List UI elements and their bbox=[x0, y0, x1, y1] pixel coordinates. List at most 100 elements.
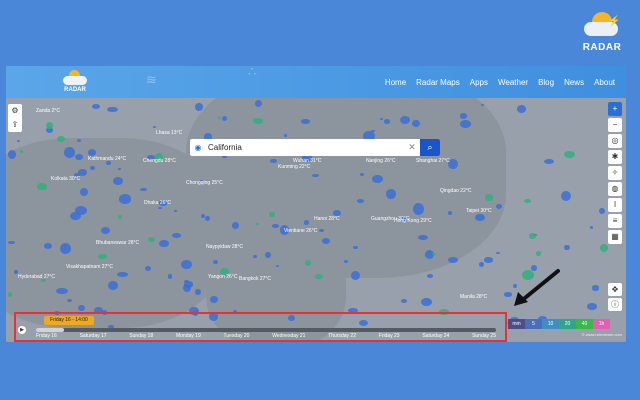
zoom-out-button[interactable]: − bbox=[608, 118, 622, 132]
city-label: Chongqing 25°C bbox=[186, 180, 223, 186]
rain-cell bbox=[77, 169, 87, 176]
location-pin-icon[interactable]: ◉ bbox=[190, 143, 206, 152]
city-label: Taipei 30°C bbox=[466, 208, 492, 214]
nav-link-home[interactable]: Home bbox=[380, 78, 411, 87]
rain-cell bbox=[564, 244, 570, 251]
rain-cell bbox=[63, 146, 76, 158]
rain-cell bbox=[475, 213, 486, 221]
radar-layer-icon[interactable]: ◎ bbox=[608, 134, 622, 148]
move-icon[interactable]: ✥ bbox=[608, 283, 622, 296]
rain-cell bbox=[194, 288, 201, 295]
wind-icon: ≋ bbox=[146, 72, 157, 87]
nav-link-news[interactable]: News bbox=[559, 78, 589, 87]
rain-cell bbox=[384, 119, 391, 124]
city-label: Bangkok 27°C bbox=[239, 276, 272, 282]
nav-link-blog[interactable]: Blog bbox=[533, 78, 559, 87]
rain-cell bbox=[74, 205, 87, 216]
thermometer-icon[interactable]: ǀ bbox=[608, 198, 622, 212]
rain-cell bbox=[599, 244, 608, 252]
rain-cell bbox=[78, 304, 85, 311]
rain-cell bbox=[76, 139, 81, 143]
rain-cell bbox=[386, 189, 396, 199]
rain-cell bbox=[322, 238, 331, 244]
nav-logo-text: RADAR bbox=[64, 87, 86, 93]
legend-item: 10 bbox=[542, 319, 559, 329]
clear-icon[interactable]: ✕ bbox=[406, 142, 418, 153]
rain-cell bbox=[371, 129, 375, 132]
bug-icon[interactable]: ✱ bbox=[608, 150, 622, 164]
rain-cell bbox=[535, 251, 542, 257]
pointer-arrow-icon bbox=[514, 269, 560, 306]
rain-cell bbox=[357, 199, 364, 203]
rain-cell bbox=[254, 99, 263, 107]
rain-cell bbox=[91, 104, 101, 110]
rain-cell bbox=[353, 245, 358, 249]
rain-cell bbox=[205, 216, 210, 222]
rain-cell bbox=[57, 135, 66, 142]
rain-cell bbox=[529, 233, 537, 239]
rain-cell bbox=[516, 104, 527, 113]
rain-cell bbox=[283, 134, 288, 137]
city-label: Zanda 2°C bbox=[36, 108, 60, 114]
legend-item: 20 bbox=[559, 319, 576, 329]
search-icon: ⌕ bbox=[427, 142, 433, 152]
rain-cell bbox=[7, 291, 13, 297]
rain-cell bbox=[107, 106, 118, 113]
rain-cell bbox=[303, 220, 310, 225]
legend-item: 1h bbox=[593, 319, 610, 329]
rain-cell bbox=[495, 251, 501, 254]
city-label: Hong Kong 29°C bbox=[394, 218, 432, 224]
lightning-icon: ⚡ bbox=[608, 16, 621, 27]
rain-cell bbox=[37, 182, 47, 191]
rain-cell bbox=[417, 234, 428, 240]
nav-logo[interactable]: RADAR bbox=[60, 70, 90, 96]
search-bar: ◉ ✕ ⌕ bbox=[190, 139, 440, 156]
grid-icon[interactable]: ▦ bbox=[608, 230, 622, 244]
rain-cell bbox=[194, 102, 203, 112]
rain-cell bbox=[253, 254, 257, 258]
rain-cell bbox=[447, 257, 458, 263]
rain-cell bbox=[460, 113, 468, 119]
rain-cell bbox=[181, 260, 192, 269]
settings-icon[interactable]: ⚙ bbox=[8, 104, 22, 118]
rain-cell bbox=[213, 259, 219, 264]
search-input[interactable] bbox=[206, 143, 406, 152]
nav-link-apps[interactable]: Apps bbox=[465, 78, 493, 87]
rain-cell bbox=[100, 226, 110, 235]
rain-cell bbox=[55, 287, 68, 295]
rain-cell bbox=[66, 298, 72, 303]
search-button[interactable]: ⌕ bbox=[420, 139, 440, 156]
rain-cell bbox=[153, 126, 157, 129]
nav-links: Home Radar Maps Apps Weather Blog News A… bbox=[380, 66, 620, 98]
temperature-icon[interactable]: ◍ bbox=[608, 182, 622, 196]
share-icon[interactable]: ⇪ bbox=[8, 118, 22, 132]
rain-cell bbox=[90, 166, 95, 171]
brand-label: RADAR bbox=[582, 42, 622, 53]
nav-link-weather[interactable]: Weather bbox=[493, 78, 533, 87]
city-label: Dhaka 26°C bbox=[144, 200, 172, 206]
rain-cell bbox=[147, 236, 155, 243]
rain-cell bbox=[371, 174, 384, 183]
rain-cell bbox=[117, 215, 123, 219]
rain-cell bbox=[459, 120, 472, 128]
satellite-icon[interactable]: ✧ bbox=[608, 166, 622, 180]
rain-cell bbox=[412, 119, 420, 128]
legend-item: 40 bbox=[576, 319, 593, 329]
navbar: RADAR ≋ ∴ Home Radar Maps Apps Weather B… bbox=[6, 66, 626, 98]
rain-cell bbox=[543, 158, 554, 165]
rain-cell bbox=[420, 297, 432, 306]
city-label: Yangon 26°C bbox=[208, 274, 238, 280]
rain-cell bbox=[268, 212, 275, 217]
rain-cell bbox=[483, 257, 494, 263]
nav-link-radar-maps[interactable]: Radar Maps bbox=[411, 78, 465, 87]
zoom-in-button[interactable]: + bbox=[608, 102, 622, 116]
city-label: Visakhapatnam 27°C bbox=[66, 264, 113, 270]
rain-cell bbox=[19, 150, 24, 153]
info-icon[interactable]: ⓘ bbox=[608, 298, 622, 311]
rain-cell bbox=[524, 199, 532, 204]
menu-icon[interactable]: ≡ bbox=[608, 214, 622, 228]
rain-cell bbox=[16, 140, 20, 143]
rain-cell bbox=[59, 242, 72, 254]
nav-link-about[interactable]: About bbox=[589, 78, 620, 87]
city-label: Vientiane 26°C bbox=[284, 228, 318, 234]
